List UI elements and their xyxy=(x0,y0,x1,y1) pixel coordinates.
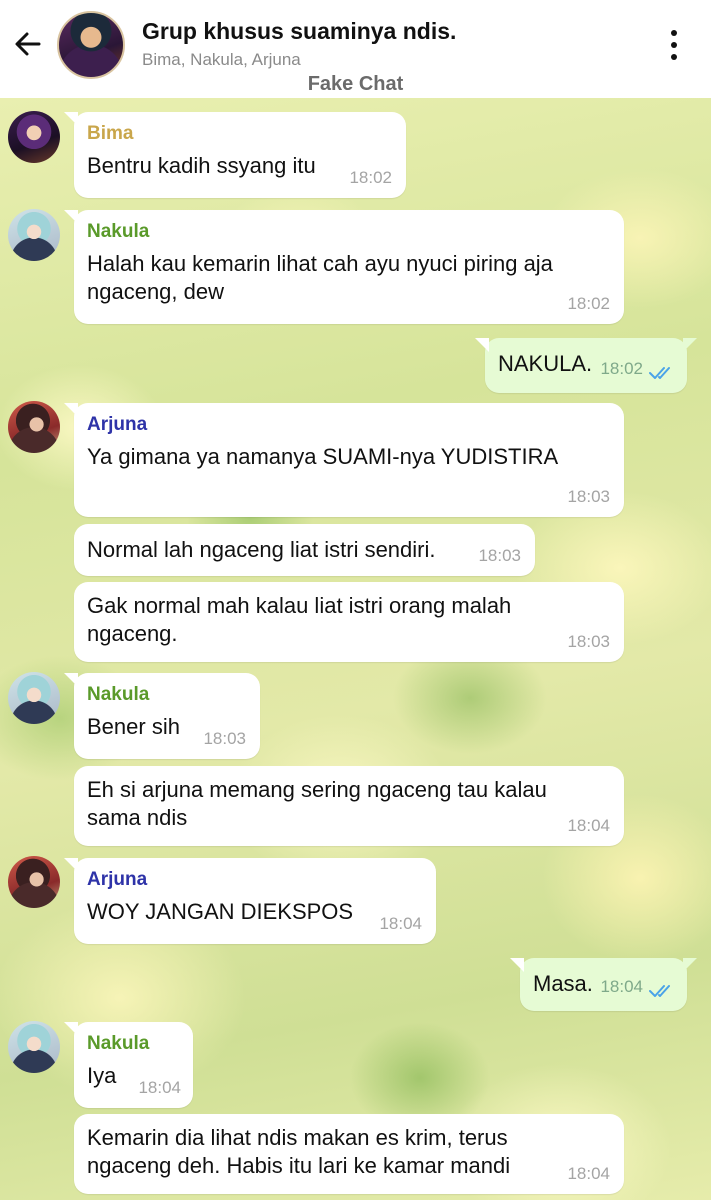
message-text: Halah kau kemarin lihat cah ayu nyuci pi… xyxy=(87,251,553,304)
message-bubble[interactable]: Nakula Bener sih 18:03 xyxy=(64,673,260,759)
outgoing-message-bubble[interactable]: Masa. 18:04 xyxy=(510,958,697,1011)
group-members[interactable]: Bima, Nakula, Arjuna xyxy=(142,50,301,70)
arrow-left-icon xyxy=(15,32,41,56)
avatar-nakula[interactable] xyxy=(8,209,60,261)
avatar-arjuna[interactable] xyxy=(8,856,60,908)
message-bubble[interactable]: Arjuna Ya gimana ya namanya SUAMI-nya YU… xyxy=(64,403,624,517)
chat-title[interactable]: Grup khusus suaminya ndis. xyxy=(142,18,456,45)
message-bubble[interactable]: Kemarin dia lihat ndis makan es krim, te… xyxy=(74,1114,624,1194)
more-vertical-icon xyxy=(671,30,677,36)
watermark: Fake Chat xyxy=(307,73,404,95)
message-time: 18:03 xyxy=(567,632,610,651)
avatar-nakula[interactable] xyxy=(8,1021,60,1073)
message-text: WOY JANGAN DIEKSPOS xyxy=(87,899,354,924)
message-time: 18:03 xyxy=(478,546,521,565)
message-bubble[interactable]: Eh si arjuna memang sering ngaceng tau k… xyxy=(74,766,624,846)
message-time: 18:03 xyxy=(203,729,246,748)
double-check-icon xyxy=(649,985,670,997)
message-text: Bener sih xyxy=(87,714,180,739)
message-bubble[interactable]: Normal lah ngaceng liat istri sendiri. 1… xyxy=(74,524,535,576)
message-bubble[interactable]: Nakula Iya 18:04 xyxy=(64,1022,193,1108)
message-text: Bentru kadih ssyang itu xyxy=(87,153,316,178)
message-text: NAKULA. xyxy=(498,351,593,376)
outgoing-message-bubble[interactable]: NAKULA. 18:02 xyxy=(475,338,697,393)
message-text: Ya gimana ya namanya SUAMI-nya YUDISTIRA xyxy=(87,444,559,469)
message-time: 18:04 xyxy=(379,914,422,933)
message-bubble[interactable]: Bima Bentru kadih ssyang itu 18:02 xyxy=(64,112,406,198)
message-time: 18:02 xyxy=(600,359,643,378)
message-bubble[interactable]: Nakula Halah kau kemarin lihat cah ayu n… xyxy=(64,210,624,324)
message-text: Normal lah ngaceng liat istri sendiri. xyxy=(87,537,436,562)
message-text: Eh si arjuna memang sering ngaceng tau k… xyxy=(87,777,547,830)
avatar-arjuna[interactable] xyxy=(8,401,60,453)
message-bubble[interactable]: Gak normal mah kalau liat istri orang ma… xyxy=(74,582,624,662)
sender-name: Nakula xyxy=(87,1033,150,1054)
message-time: 18:02 xyxy=(567,294,610,313)
message-time: 18:04 xyxy=(600,977,643,996)
group-avatar[interactable] xyxy=(57,11,125,79)
message-time: 18:04 xyxy=(567,816,610,835)
message-bubble[interactable]: Arjuna WOY JANGAN DIEKSPOS 18:04 xyxy=(64,858,436,944)
message-time: 18:02 xyxy=(349,168,392,187)
sender-name: Arjuna xyxy=(87,869,148,890)
message-time: 18:04 xyxy=(567,1164,610,1183)
message-time: 18:04 xyxy=(138,1078,181,1097)
back-button[interactable] xyxy=(10,26,46,62)
sender-name: Nakula xyxy=(87,684,150,705)
more-menu-button[interactable] xyxy=(660,26,688,64)
message-text: Iya xyxy=(87,1063,117,1088)
sender-name: Nakula xyxy=(87,221,150,242)
avatar-bima[interactable] xyxy=(8,111,60,163)
avatar-nakula[interactable] xyxy=(8,672,60,724)
message-text: Kemarin dia lihat ndis makan es krim, te… xyxy=(87,1125,511,1178)
sender-name: Arjuna xyxy=(87,414,148,435)
message-text: Gak normal mah kalau liat istri orang ma… xyxy=(87,593,512,646)
message-text: Masa. xyxy=(533,971,593,996)
double-check-icon xyxy=(649,367,670,379)
message-time: 18:03 xyxy=(567,487,610,506)
sender-name: Bima xyxy=(87,123,134,144)
